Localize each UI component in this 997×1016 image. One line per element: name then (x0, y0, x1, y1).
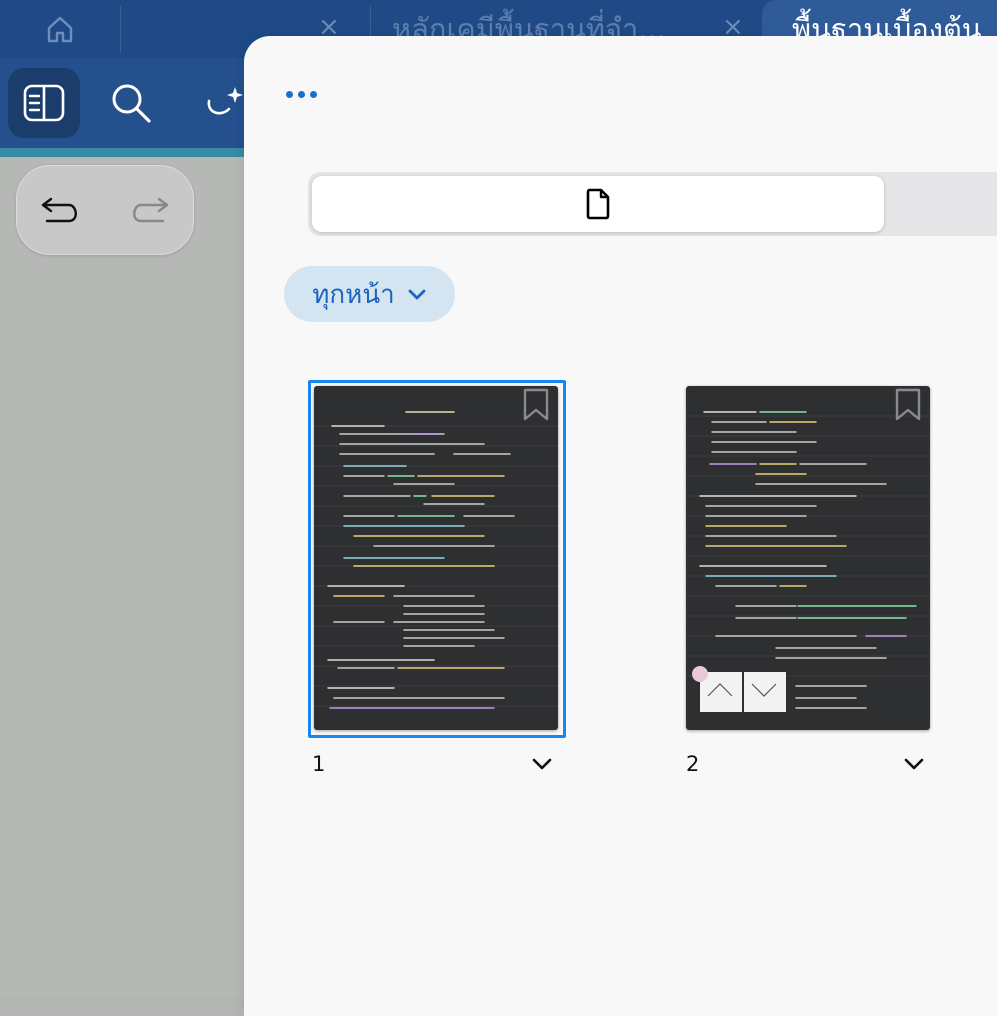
more-options-button[interactable] (286, 76, 332, 112)
home-icon (47, 16, 73, 43)
undo-redo-group (16, 165, 194, 255)
search-icon (112, 84, 151, 123)
page-thumbnail-1[interactable] (314, 386, 558, 730)
ellipsis-icon (286, 90, 293, 98)
bookmark-icon[interactable] (522, 388, 550, 422)
chevron-down-icon[interactable] (902, 752, 926, 776)
segment-pages[interactable] (312, 176, 884, 232)
page-content-preview (686, 411, 930, 712)
chevron-down-icon (408, 289, 426, 300)
sidebar-toggle-button[interactable] (8, 68, 80, 138)
ai-lasso-button[interactable] (190, 70, 250, 136)
undo-icon (41, 197, 77, 223)
page-number: 2 (686, 752, 700, 776)
undo-button[interactable] (31, 188, 91, 232)
sidebar-icon (23, 84, 65, 122)
search-button[interactable] (98, 70, 164, 136)
ellipsis-icon (310, 90, 317, 98)
page-number: 1 (312, 752, 326, 776)
page-filter-dropdown[interactable]: ทุกหน้า (284, 266, 455, 322)
sparkle-lasso-icon (207, 87, 243, 115)
filter-label: ทุกหน้า (312, 279, 395, 310)
tab-separator (120, 6, 121, 52)
page-thumbnail-2[interactable] (686, 386, 930, 730)
bookmark-icon[interactable] (894, 388, 922, 422)
redo-icon (133, 197, 169, 223)
ellipsis-icon (298, 90, 305, 98)
chevron-down-icon[interactable] (530, 752, 554, 776)
home-tab[interactable] (0, 0, 120, 58)
document-icon (586, 188, 610, 220)
page-content-preview (314, 411, 558, 709)
redo-button[interactable] (119, 188, 179, 232)
